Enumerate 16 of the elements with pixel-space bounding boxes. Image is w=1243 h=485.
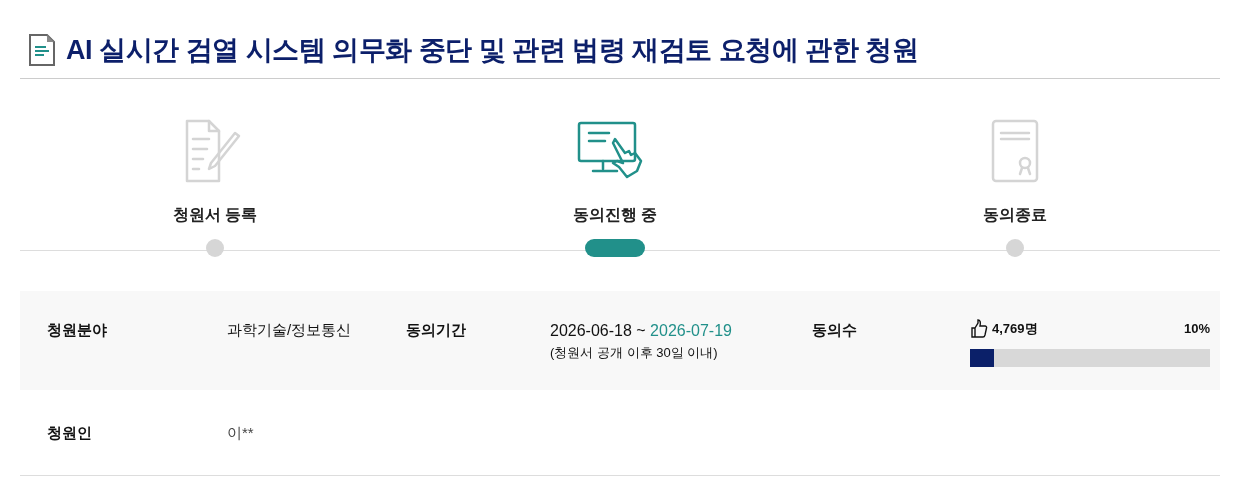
- page-title: AI 실시간 검열 시스템 의무화 중단 및 관련 법령 재검토 요청에 관한 청원: [66, 33, 919, 67]
- petitioner-label: 청원인: [47, 424, 92, 441]
- period-label: 동의기간: [406, 321, 466, 338]
- period-dates: 2026-06-18 ~ 2026-07-19: [550, 321, 733, 341]
- step-label: 청원서 등록: [172, 205, 258, 225]
- count-label: 동의수: [812, 321, 857, 338]
- petitioner-value: 이**: [227, 424, 254, 441]
- step-label: 동의종료: [983, 205, 1047, 225]
- period-note: (청원서 공개 이후 30일 이내): [550, 344, 719, 362]
- field-value: 과학기술/정보통신: [227, 321, 352, 338]
- agree-percent: 10%: [1183, 320, 1210, 338]
- step-label: 동의진행 중: [572, 205, 658, 225]
- thumbs-up-icon: [970, 319, 988, 339]
- field-label: 청원분야: [47, 321, 107, 338]
- document-icon: [28, 33, 56, 67]
- agree-count: 4,769명: [992, 320, 1038, 339]
